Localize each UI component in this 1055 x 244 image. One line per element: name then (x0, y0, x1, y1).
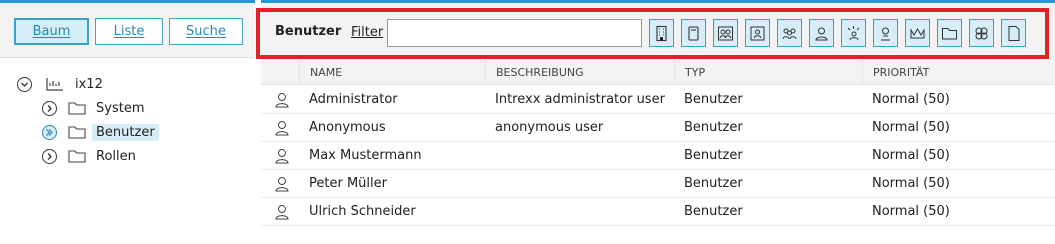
cell-name: Ulrich Schneider (309, 204, 416, 219)
column-header-name[interactable]: NAME (299, 60, 485, 85)
view-tabbar: Baum Liste Suche (0, 4, 255, 58)
user-icon (275, 93, 289, 108)
tree-item-label: System (96, 100, 145, 116)
navigation-panel: Baum Liste Suche ix12 System Benutzer Ro… (0, 4, 255, 244)
cell-type: Benutzer (684, 92, 743, 107)
portal-icon (45, 76, 65, 92)
column-header-type[interactable]: TYP (674, 60, 862, 85)
tree-item-label: Rollen (96, 148, 136, 164)
table-row[interactable]: Ulrich Schneider Benutzer Normal (50) (261, 198, 1055, 226)
tree-node-rollen[interactable]: Rollen (42, 145, 140, 167)
cell-description (485, 170, 495, 198)
expand-toggle-icon[interactable] (42, 148, 57, 164)
cell-type: Benutzer (684, 204, 743, 219)
folder-icon (68, 125, 86, 139)
cell-type: Benutzer (684, 120, 743, 135)
column-header-description[interactable]: BESCHREIBUNG (485, 60, 674, 85)
column-header-priority[interactable]: PRIORITÄT (862, 60, 1055, 85)
folder-icon (68, 149, 86, 163)
user-icon (275, 205, 289, 220)
table-header: NAME BESCHREIBUNG TYP PRIORITÄT (261, 60, 1055, 85)
cell-name: Max Mustermann (309, 148, 422, 163)
folder-icon (68, 101, 86, 115)
cell-type: Benutzer (684, 176, 743, 191)
cell-name: Peter Müller (309, 176, 387, 191)
cell-description: Intrexx administrator user (495, 92, 665, 107)
tab-baum[interactable]: Baum (14, 18, 89, 45)
tab-suche[interactable]: Suche (169, 18, 243, 45)
cell-description (485, 142, 495, 170)
top-accent-left (0, 0, 255, 3)
tree-root-label: ix12 (75, 76, 103, 92)
user-icon (275, 149, 289, 164)
cell-priority: Normal (50) (872, 204, 950, 219)
user-icon (275, 121, 289, 136)
table-row[interactable]: Peter Müller Benutzer Normal (50) (261, 170, 1055, 198)
cell-description: anonymous user (495, 120, 604, 135)
tree-node-benutzer[interactable]: Benutzer (42, 121, 159, 143)
top-accent-right (261, 0, 1055, 3)
cell-name: Anonymous (309, 120, 386, 135)
highlight-annotation-box (256, 8, 1049, 59)
cell-type: Benutzer (684, 148, 743, 163)
tab-liste[interactable]: Liste (95, 18, 163, 45)
user-table: NAME BESCHREIBUNG TYP PRIORITÄT Administ… (261, 60, 1055, 244)
cell-priority: Normal (50) (872, 92, 950, 107)
tree-item-label: Benutzer (92, 123, 159, 141)
cell-priority: Normal (50) (872, 176, 950, 191)
tree-node-system[interactable]: System (42, 97, 148, 119)
user-icon (275, 177, 289, 192)
cell-priority: Normal (50) (872, 148, 950, 163)
expand-toggle-icon[interactable] (42, 124, 57, 140)
tree-node-root[interactable]: ix12 (17, 73, 107, 95)
expand-toggle-icon[interactable] (42, 100, 57, 116)
table-row[interactable]: Anonymous anonymous user Benutzer Normal… (261, 114, 1055, 142)
collapse-toggle-icon[interactable] (17, 76, 32, 92)
table-row[interactable]: Administrator Intrexx administrator user… (261, 86, 1055, 114)
cell-priority: Normal (50) (872, 120, 950, 135)
cell-name: Administrator (309, 92, 398, 107)
cell-description (485, 198, 495, 226)
table-row[interactable]: Max Mustermann Benutzer Normal (50) (261, 142, 1055, 170)
